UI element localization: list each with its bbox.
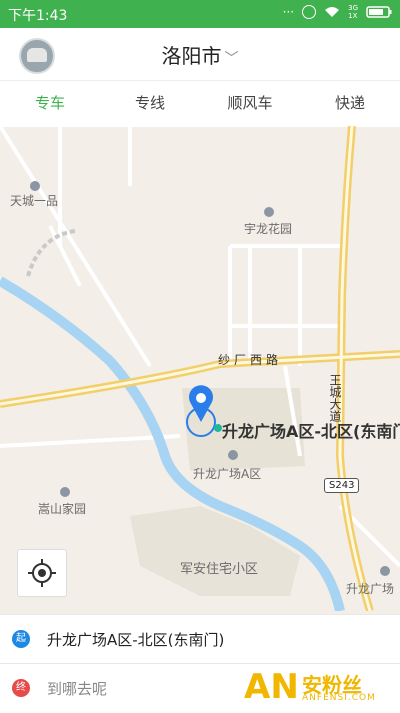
road-shachang: 纱厂西路 [218,353,283,367]
network-top: 3G [348,4,358,12]
locate-button[interactable] [17,549,67,597]
poi-tiancheng: 天城一品 [10,194,59,208]
watermark-an: AN [244,667,299,707]
destination-input[interactable]: 到哪去呢 [47,678,107,699]
start-location-text: 升龙广场A区-北区(东南门) [47,631,225,649]
notification-dots-icon: ··· [282,5,295,19]
tab-shunfengche[interactable]: 顺风车 [200,81,300,127]
status-bar: 下午1:43 ··· 3G 1X [0,0,400,28]
poi-icon [30,181,40,191]
pin-location-label: 升龙广场A区-北区(东南门 [222,422,400,441]
tab-zhuanxian[interactable]: 专线 [100,81,200,127]
network-bottom: 1X [348,12,358,20]
map-view[interactable]: 天城一品 宇龙花园 纱厂西路 王城大道 S243 升龙广场A区 嵩山家园 军安住… [0,126,400,611]
wifi-icon [325,7,340,17]
start-location-row[interactable]: 起 升龙广场A区-北区(东南门) [0,614,400,664]
poi-icon [264,207,274,217]
poi-icon [380,566,390,576]
tab-kuaidi[interactable]: 快递 [300,81,400,127]
network-type: 3G 1X [348,4,358,20]
chevron-down-icon: ﹀ [224,51,239,67]
poi-icon [60,487,70,497]
start-badge: 起 [12,630,30,648]
poi-icon [228,450,238,460]
service-tabs: 专车 专线 顺风车 快递 [0,80,400,127]
highway-shield: S243 [324,478,360,493]
map-canvas [0,126,400,611]
alarm-icon [302,5,317,19]
city-selector[interactable]: 洛阳市 ﹀ [0,40,400,69]
poi-songshan: 嵩山家园 [38,502,87,516]
tab-zhuanche[interactable]: 专车 [0,81,100,127]
poi-shenglong: 升龙广场A区 [193,467,262,481]
poi-junan: 军安住宅小区 [180,562,259,577]
watermark-sub: ANFENSI.COM [302,693,376,703]
poi-yulong: 宇龙花园 [244,222,293,236]
end-badge: 终 [12,679,30,697]
watermark-logo: AN 安粉丝 ANFENSI.COM [244,667,394,707]
status-time: 下午1:43 [8,8,68,24]
crosshair-icon [28,559,56,587]
city-name: 洛阳市 [161,44,222,68]
poi-shenglong-b: 升龙广场 [346,582,395,596]
battery-icon [366,6,392,18]
status-icons: ··· 3G 1X [283,4,392,20]
